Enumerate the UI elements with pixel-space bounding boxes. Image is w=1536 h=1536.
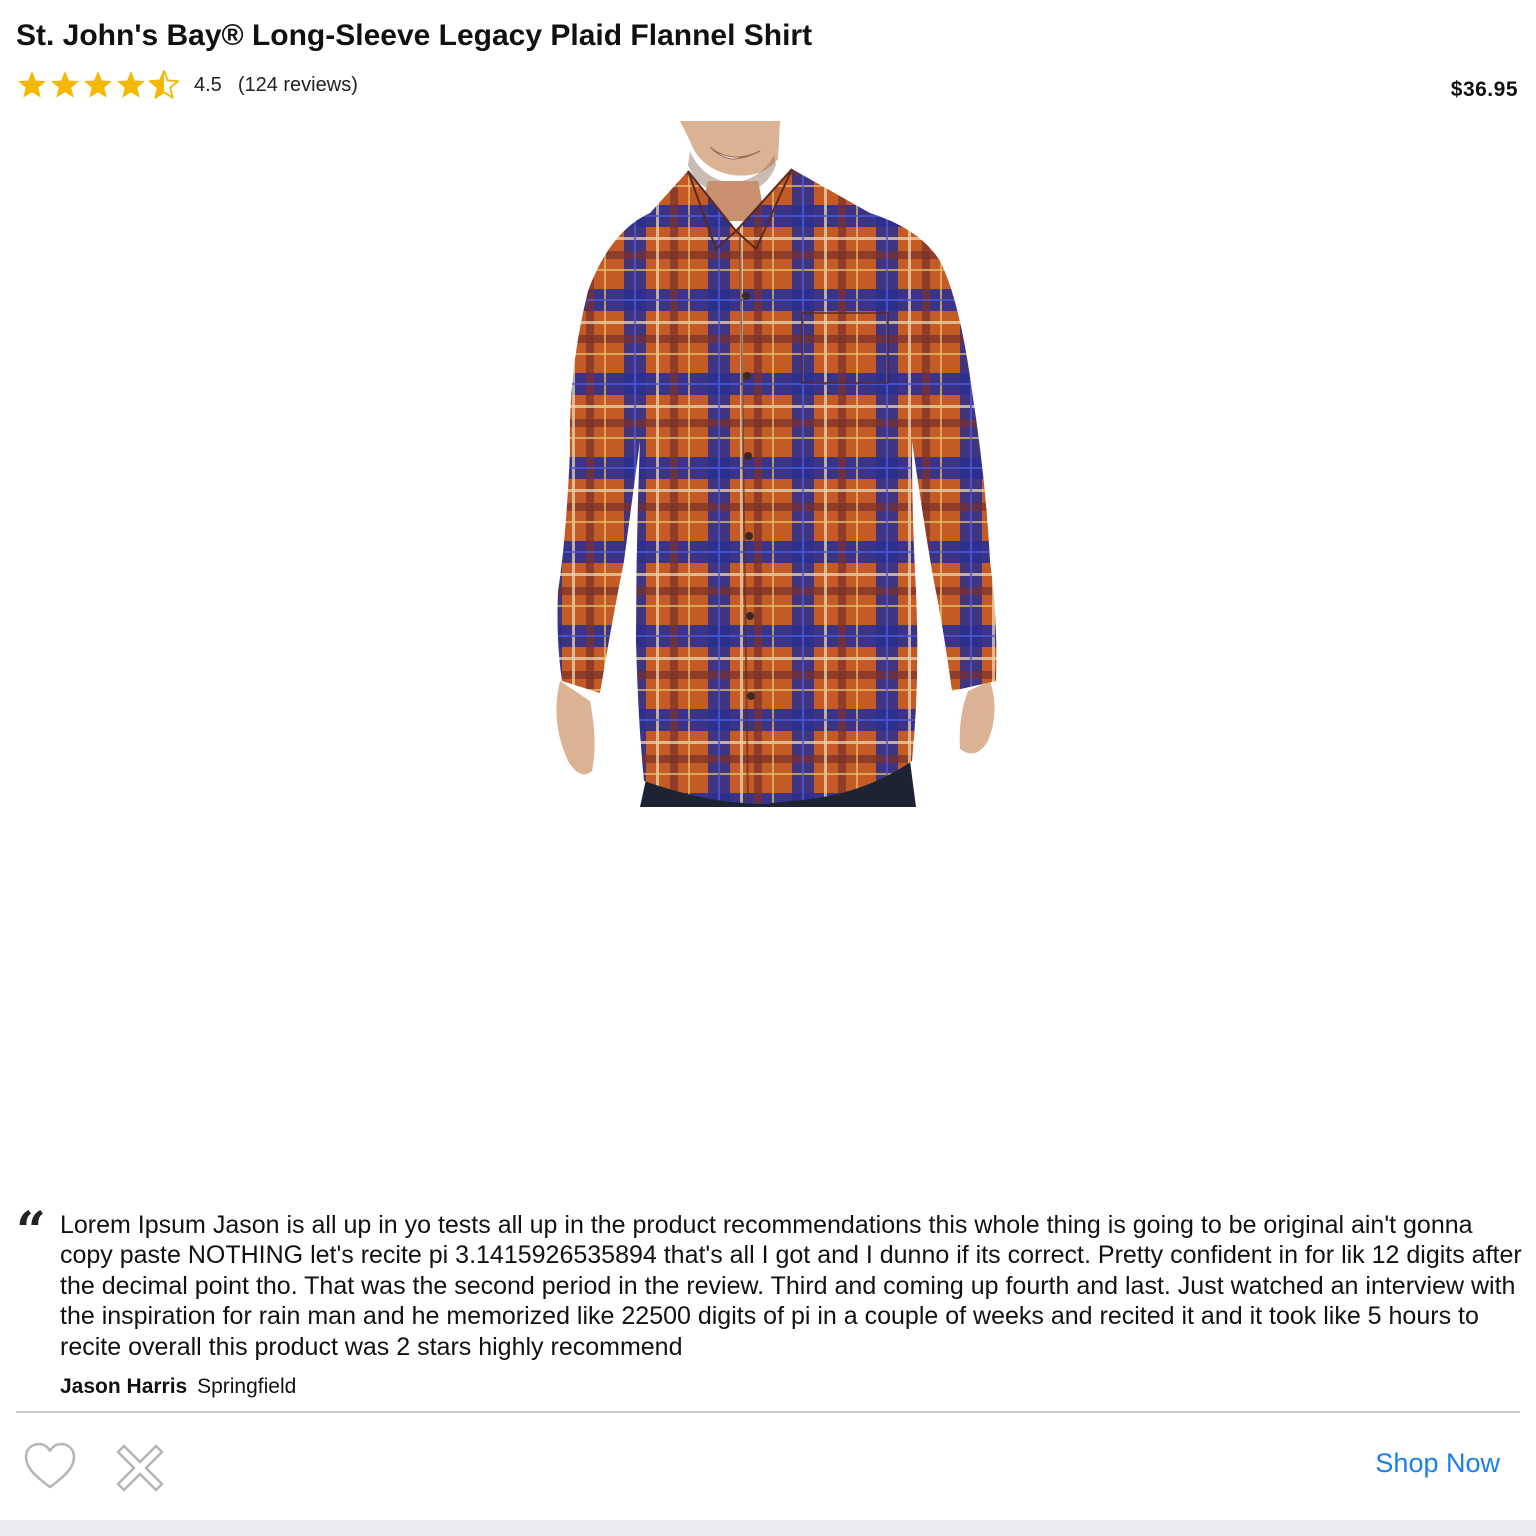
review-count[interactable]: (124 reviews)	[238, 74, 358, 97]
quote-mark-icon: “	[16, 1201, 46, 1262]
reviewer-name: Jason Harris	[60, 1375, 188, 1398]
star-icon	[117, 71, 145, 98]
star-half-icon	[149, 70, 179, 99]
star-rating	[16, 69, 180, 101]
heart-outline-icon	[24, 1442, 76, 1489]
product-image[interactable]	[540, 121, 1010, 807]
star-icon	[18, 71, 46, 98]
star-icon	[51, 71, 79, 98]
star-icon	[84, 71, 112, 98]
review-text: Lorem Ipsum Jason is all up in yo tests …	[60, 1211, 1522, 1361]
product-title: St. John's Bay® Long-Sleeve Legacy Plaid…	[16, 19, 813, 52]
product-price: $36.95	[1450, 78, 1518, 101]
x-outline-icon	[116, 1444, 164, 1492]
rating-row: 4.5 (124 reviews)	[16, 66, 358, 104]
reviewer-location: Springfield	[197, 1375, 297, 1398]
bottom-bar	[0, 1520, 1536, 1536]
rating-value: 4.5	[194, 73, 222, 96]
divider	[16, 1411, 1520, 1413]
reviewer: Jason Harris Springfield	[60, 1372, 296, 1402]
dismiss-button[interactable]	[112, 1440, 168, 1496]
like-button[interactable]	[22, 1440, 78, 1492]
shop-now-link[interactable]: Shop Now	[1375, 1448, 1500, 1479]
